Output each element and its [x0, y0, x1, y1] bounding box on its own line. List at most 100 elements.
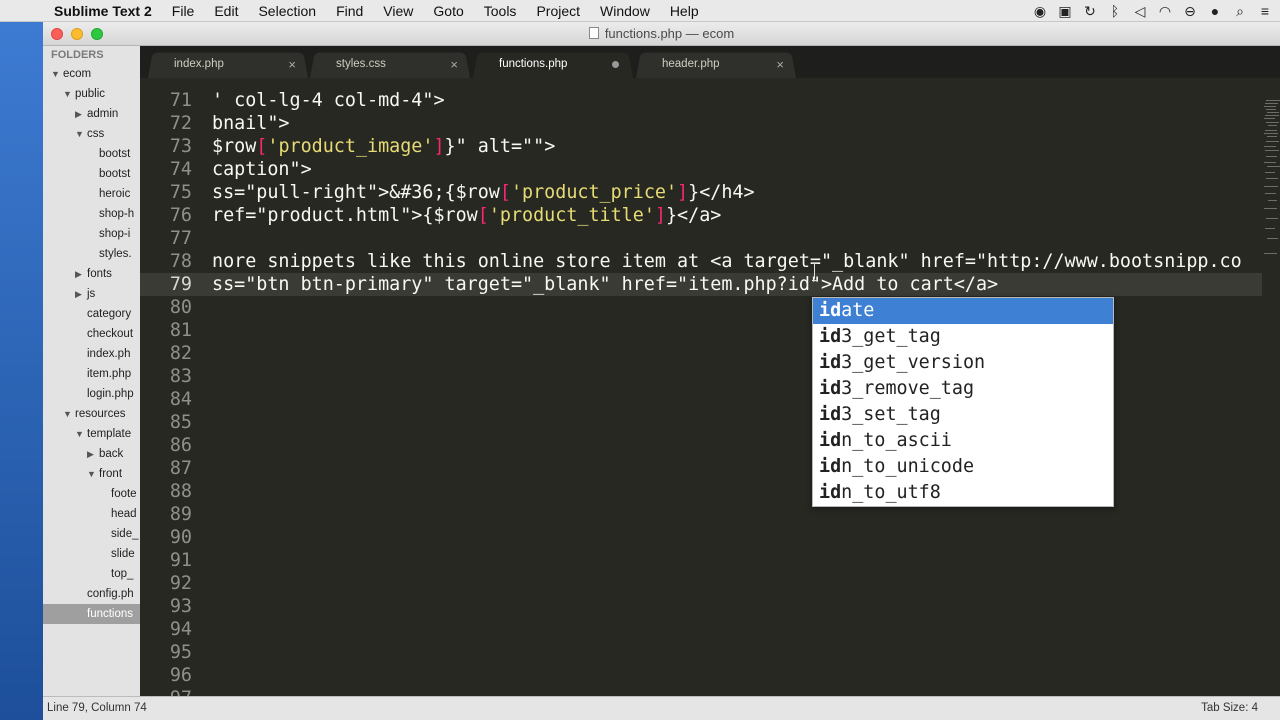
- sidebar-item[interactable]: index.ph: [43, 344, 140, 364]
- sidebar-item[interactable]: top_: [43, 564, 140, 584]
- sidebar-item[interactable]: ▶ js: [43, 284, 140, 304]
- autocomplete-item[interactable]: id3_set_tag: [813, 402, 1113, 428]
- user-icon[interactable]: ●: [1208, 3, 1222, 19]
- line-number: 84: [169, 389, 192, 410]
- sidebar-item[interactable]: ▶ fonts: [43, 264, 140, 284]
- tab-size[interactable]: Tab Size: 4: [1201, 702, 1258, 714]
- sidebar-item[interactable]: functions: [43, 604, 140, 624]
- sidebar-item[interactable]: ▼ template: [43, 424, 140, 444]
- code-line[interactable]: 71 ' col-lg-4 col-md-4">: [140, 89, 1262, 112]
- tab-header-php[interactable]: header.php ×: [636, 51, 796, 78]
- sidebar-item[interactable]: bootst: [43, 164, 140, 184]
- code-line[interactable]: 91: [140, 549, 1262, 572]
- sidebar-item-label: login.php: [87, 388, 134, 400]
- sidebar-item-label: config.ph: [87, 588, 134, 600]
- menu-selection[interactable]: Selection: [258, 3, 316, 19]
- sidebar-item[interactable]: heroic: [43, 184, 140, 204]
- autocomplete-item[interactable]: idn_to_unicode: [813, 454, 1113, 480]
- disclosure-closed-icon[interactable]: ▶: [75, 104, 87, 124]
- do-not-disturb-icon[interactable]: ⊖: [1183, 3, 1197, 20]
- sidebar-item[interactable]: item.php: [43, 364, 140, 384]
- sidebar-item[interactable]: ▼ resources: [43, 404, 140, 424]
- sidebar-item[interactable]: ▼ front: [43, 464, 140, 484]
- code-line[interactable]: 78 nore snippets like this online store i…: [140, 250, 1262, 273]
- sidebar-item[interactable]: shop-h: [43, 204, 140, 224]
- disclosure-closed-icon[interactable]: ▶: [75, 284, 87, 304]
- close-tab-icon[interactable]: ×: [450, 51, 458, 78]
- tab-index-php[interactable]: index.php ×: [148, 51, 308, 78]
- code-line[interactable]: 94: [140, 618, 1262, 641]
- wifi-icon[interactable]: ◠: [1158, 3, 1172, 20]
- autocomplete-item[interactable]: idn_to_utf8: [813, 480, 1113, 506]
- disclosure-open-icon[interactable]: ▼: [75, 124, 87, 144]
- sidebar-item[interactable]: side_: [43, 524, 140, 544]
- autocomplete-item[interactable]: id3_get_version: [813, 350, 1113, 376]
- menu-find[interactable]: Find: [336, 3, 363, 19]
- title-bar[interactable]: functions.php — ecom: [43, 22, 1280, 46]
- sidebar-item[interactable]: ▼ css: [43, 124, 140, 144]
- code-line[interactable]: 79 ss="btn btn-primary" target="_blank" h…: [140, 273, 1262, 296]
- close-tab-icon[interactable]: ×: [776, 51, 784, 78]
- autocomplete-item[interactable]: id3_get_tag: [813, 324, 1113, 350]
- app-menu[interactable]: Sublime Text 2: [54, 3, 152, 19]
- sidebar-item[interactable]: ▶ admin: [43, 104, 140, 124]
- search-icon[interactable]: ⌕: [1233, 3, 1247, 20]
- sidebar-item[interactable]: head: [43, 504, 140, 524]
- close-tab-icon[interactable]: ×: [288, 51, 296, 78]
- code-line[interactable]: 95: [140, 641, 1262, 664]
- autocomplete-item[interactable]: idn_to_ascii: [813, 428, 1113, 454]
- record-icon[interactable]: ◉: [1033, 3, 1047, 20]
- menu-view[interactable]: View: [383, 3, 413, 19]
- code-line[interactable]: 90: [140, 526, 1262, 549]
- sidebar-item[interactable]: styles.: [43, 244, 140, 264]
- tab-styles-css[interactable]: styles.css ×: [310, 51, 470, 78]
- disclosure-closed-icon[interactable]: ▶: [75, 264, 87, 284]
- sync-icon[interactable]: ↻: [1083, 3, 1097, 20]
- bluetooth-icon[interactable]: ᛒ: [1108, 3, 1122, 19]
- menu-file[interactable]: File: [172, 3, 195, 19]
- menu-window[interactable]: Window: [600, 3, 650, 19]
- folder-sidebar: FOLDERS ▼ ecom ▼ public ▶ admin ▼ css bootst boot…: [43, 46, 140, 696]
- code-line[interactable]: 73 $row['product_image']}" alt="">: [140, 135, 1262, 158]
- autocomplete-item[interactable]: idate: [813, 298, 1113, 324]
- menu-project[interactable]: Project: [536, 3, 580, 19]
- code-line[interactable]: 74 caption">: [140, 158, 1262, 181]
- volume-icon[interactable]: ◁: [1133, 3, 1147, 20]
- sidebar-item[interactable]: shop-i: [43, 224, 140, 244]
- sidebar-item[interactable]: slide: [43, 544, 140, 564]
- sidebar-item[interactable]: category: [43, 304, 140, 324]
- sidebar-item[interactable]: ▼ ecom: [43, 64, 140, 84]
- code-line[interactable]: 92: [140, 572, 1262, 595]
- sidebar-item[interactable]: checkout: [43, 324, 140, 344]
- sidebar-item[interactable]: bootst: [43, 144, 140, 164]
- list-icon[interactable]: ≡: [1258, 3, 1272, 19]
- unsaved-dot-icon[interactable]: [612, 61, 619, 68]
- code-line[interactable]: 75 ss="pull-right">&#36;{$row['product_pr…: [140, 181, 1262, 204]
- disclosure-open-icon[interactable]: ▼: [51, 64, 63, 84]
- code-line[interactable]: 72 bnail">: [140, 112, 1262, 135]
- minimap[interactable]: [1262, 78, 1280, 696]
- disclosure-closed-icon[interactable]: ▶: [87, 444, 99, 464]
- sidebar-item[interactable]: login.php: [43, 384, 140, 404]
- menu-goto[interactable]: Goto: [433, 3, 463, 19]
- autocomplete-item[interactable]: id3_remove_tag: [813, 376, 1113, 402]
- tab-functions-php[interactable]: functions.php: [473, 51, 633, 78]
- disclosure-open-icon[interactable]: ▼: [63, 404, 75, 424]
- code-line[interactable]: 96: [140, 664, 1262, 687]
- disclosure-open-icon[interactable]: ▼: [75, 424, 87, 444]
- screen-icon[interactable]: ▣: [1058, 3, 1072, 20]
- menu-help[interactable]: Help: [670, 3, 699, 19]
- code-line[interactable]: 93: [140, 595, 1262, 618]
- sidebar-item[interactable]: foote: [43, 484, 140, 504]
- menu-tools[interactable]: Tools: [484, 3, 517, 19]
- menu-edit[interactable]: Edit: [214, 3, 238, 19]
- disclosure-open-icon[interactable]: ▼: [87, 464, 99, 484]
- sidebar-item[interactable]: config.ph: [43, 584, 140, 604]
- disclosure-open-icon[interactable]: ▼: [63, 84, 75, 104]
- code-line[interactable]: 77: [140, 227, 1262, 250]
- sidebar-item[interactable]: ▶ back: [43, 444, 140, 464]
- code-line[interactable]: 97: [140, 687, 1262, 696]
- sidebar-item[interactable]: ▼ public: [43, 84, 140, 104]
- sidebar-item-label: shop-h: [99, 208, 135, 220]
- code-line[interactable]: 76 ref="product.html">{$row['product_titl…: [140, 204, 1262, 227]
